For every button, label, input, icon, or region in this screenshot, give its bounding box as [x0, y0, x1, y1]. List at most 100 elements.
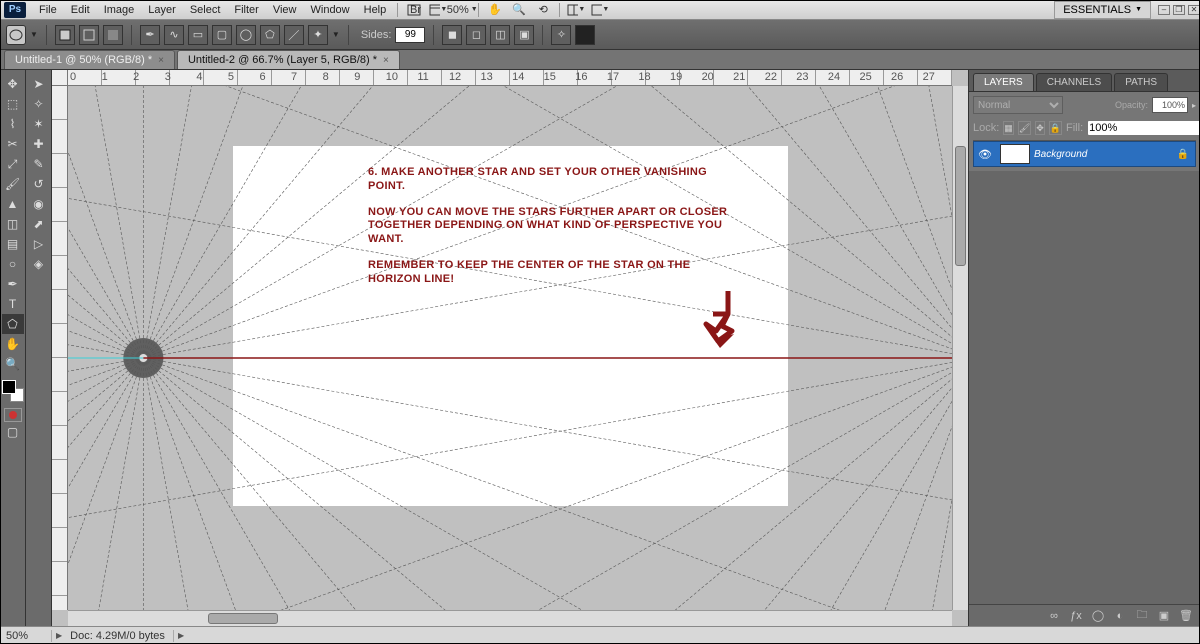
delete-layer-icon[interactable]: 🗑	[1178, 608, 1194, 624]
direct-select-icon[interactable]: ▷	[28, 234, 50, 254]
ellipse-shape-icon[interactable]: ◯	[236, 25, 256, 45]
marquee-tool-icon[interactable]: ⬚	[2, 94, 24, 114]
blur-tool-icon[interactable]: ◉	[28, 194, 50, 214]
lock-all-icon[interactable]: 🔒	[1049, 121, 1062, 135]
ruler-vertical[interactable]	[52, 86, 68, 610]
shape-tool-icon[interactable]: ⬠	[2, 314, 24, 334]
menu-image[interactable]: Image	[97, 4, 142, 16]
type-tool-icon[interactable]: T	[2, 294, 24, 314]
layer-style-icon[interactable]: ƒx	[1068, 608, 1084, 624]
path-select-icon[interactable]: ⬈	[28, 214, 50, 234]
new-layer-icon[interactable]: ▣	[1156, 608, 1172, 624]
quick-mask-icon[interactable]	[4, 408, 22, 422]
stamp-tool-icon[interactable]: ▲	[2, 194, 24, 214]
hand-tool-icon[interactable]: ✋	[2, 334, 24, 354]
chevron-right-icon[interactable]: ▸	[1192, 101, 1196, 110]
scrollbar-thumb[interactable]	[208, 613, 278, 624]
scrollbar-thumb[interactable]	[955, 146, 966, 266]
color-swatch-icon[interactable]	[575, 25, 595, 45]
layer-group-icon[interactable]: 🗀	[1134, 608, 1150, 624]
path-overlap-intersect-icon[interactable]: ◫	[490, 25, 510, 45]
arrow-tool-icon[interactable]: ➤	[28, 74, 50, 94]
shape-layers-mode[interactable]	[55, 25, 75, 45]
line-shape-icon[interactable]: ／	[284, 25, 304, 45]
menu-help[interactable]: Help	[357, 4, 394, 16]
layer-row[interactable]: 👁 Background 🔒	[973, 141, 1196, 167]
chevron-right-icon[interactable]: ▶	[178, 631, 184, 640]
crop-tool-icon[interactable]: ✂	[2, 134, 24, 154]
layer-style-icon[interactable]: ✧	[551, 25, 571, 45]
fill-input[interactable]	[1087, 120, 1200, 136]
scrollbar-vertical[interactable]	[952, 86, 968, 610]
status-zoom[interactable]: 50%	[0, 630, 52, 642]
opacity-input[interactable]	[1152, 97, 1188, 113]
zoom-tool-icon[interactable]: 🔍	[2, 354, 24, 374]
document-tab[interactable]: Untitled-1 @ 50% (RGB/8) *×	[4, 50, 175, 69]
menu-layer[interactable]: Layer	[141, 4, 183, 16]
close-icon[interactable]: ×	[158, 55, 164, 66]
document-viewport[interactable]: 6. MAKE ANOTHER STAR AND SET YOUR OTHER …	[68, 86, 952, 610]
view-extras-icon[interactable]: ▼	[429, 2, 447, 18]
layer-mask-icon[interactable]: ◯	[1090, 608, 1106, 624]
tab-channels[interactable]: CHANNELS	[1036, 73, 1112, 91]
history-brush-icon[interactable]: ↺	[28, 174, 50, 194]
window-close[interactable]: ✕	[1188, 5, 1200, 15]
gradient-tool-icon[interactable]: ▤	[2, 234, 24, 254]
freeform-pen-icon[interactable]: ∿	[164, 25, 184, 45]
screen-mode-icon[interactable]: ▢	[2, 422, 24, 442]
adjustment-layer-icon[interactable]: ◐	[1112, 608, 1128, 624]
workspace-switcher[interactable]: ESSENTIALS▼	[1054, 1, 1151, 19]
bridge-icon[interactable]: Br	[405, 2, 423, 18]
pencil-tool-icon[interactable]: ✎	[28, 154, 50, 174]
close-icon[interactable]: ×	[383, 55, 389, 66]
paths-mode[interactable]	[79, 25, 99, 45]
lasso-tool-icon[interactable]: ⌇	[2, 114, 24, 134]
menu-edit[interactable]: Edit	[64, 4, 97, 16]
path-overlap-exclude-icon[interactable]: ▣	[514, 25, 534, 45]
eraser-tool-icon[interactable]: ◫	[2, 214, 24, 234]
ruler-origin[interactable]	[52, 70, 68, 86]
tab-layers[interactable]: LAYERS	[973, 73, 1034, 91]
current-shape-preview[interactable]	[6, 25, 26, 45]
document-tab[interactable]: Untitled-2 @ 66.7% (Layer 5, RGB/8) *×	[177, 50, 400, 69]
menu-window[interactable]: Window	[304, 4, 357, 16]
lock-position-icon[interactable]: ✥	[1035, 121, 1045, 135]
lock-pixels-icon[interactable]: 🖌	[1018, 121, 1031, 135]
tab-paths[interactable]: PATHS	[1114, 73, 1168, 91]
wand-tool-icon[interactable]: ✧	[28, 94, 50, 114]
chevron-down-icon[interactable]: ▼	[332, 30, 340, 39]
blend-mode-select[interactable]: Normal	[973, 96, 1063, 114]
chevron-down-icon[interactable]: ▼	[30, 30, 38, 39]
rounded-rect-icon[interactable]: ▢	[212, 25, 232, 45]
heal-tool-icon[interactable]: ✚	[28, 134, 50, 154]
path-overlap-subtract-icon[interactable]: ◻	[466, 25, 486, 45]
zoom-combo[interactable]: 50%▼	[453, 2, 471, 18]
custom-shape-icon[interactable]: ✦	[308, 25, 328, 45]
window-restore[interactable]: ❐	[1173, 5, 1185, 15]
lock-transparency-icon[interactable]: ▦	[1003, 121, 1014, 135]
screen-mode-icon[interactable]: ▼	[591, 2, 609, 18]
zoom-icon[interactable]: 🔍	[510, 2, 528, 18]
fill-pixels-mode[interactable]	[103, 25, 123, 45]
ruler-horizontal[interactable]: 0123456789101112131415161718192021222324…	[68, 70, 952, 86]
status-doc-size[interactable]: Doc: 4.29M/0 bytes	[62, 630, 174, 642]
menu-file[interactable]: File	[32, 4, 64, 16]
slice-tool-icon[interactable]: ✶	[28, 114, 50, 134]
pen-path-icon[interactable]: ✒	[140, 25, 160, 45]
sides-input[interactable]	[395, 27, 425, 43]
link-layers-icon[interactable]: ∞	[1046, 608, 1062, 624]
menu-view[interactable]: View	[266, 4, 304, 16]
path-overlap-add-icon[interactable]: ◼	[442, 25, 462, 45]
color-swatches[interactable]	[2, 380, 24, 402]
brush-tool-icon[interactable]: 🖌	[2, 174, 24, 194]
menu-filter[interactable]: Filter	[227, 4, 265, 16]
3d-tool-icon[interactable]: ◈	[28, 254, 50, 274]
arrange-docs-icon[interactable]: ▼	[567, 2, 585, 18]
layer-name[interactable]: Background	[1034, 149, 1087, 160]
visibility-icon[interactable]: 👁	[974, 148, 996, 161]
window-minimize[interactable]: –	[1158, 5, 1170, 15]
rotate-view-icon[interactable]: ⟲	[534, 2, 552, 18]
scrollbar-horizontal[interactable]	[68, 610, 952, 626]
polygon-shape-icon[interactable]: ⬠	[260, 25, 280, 45]
pen-tool-icon[interactable]: ✒	[2, 274, 24, 294]
